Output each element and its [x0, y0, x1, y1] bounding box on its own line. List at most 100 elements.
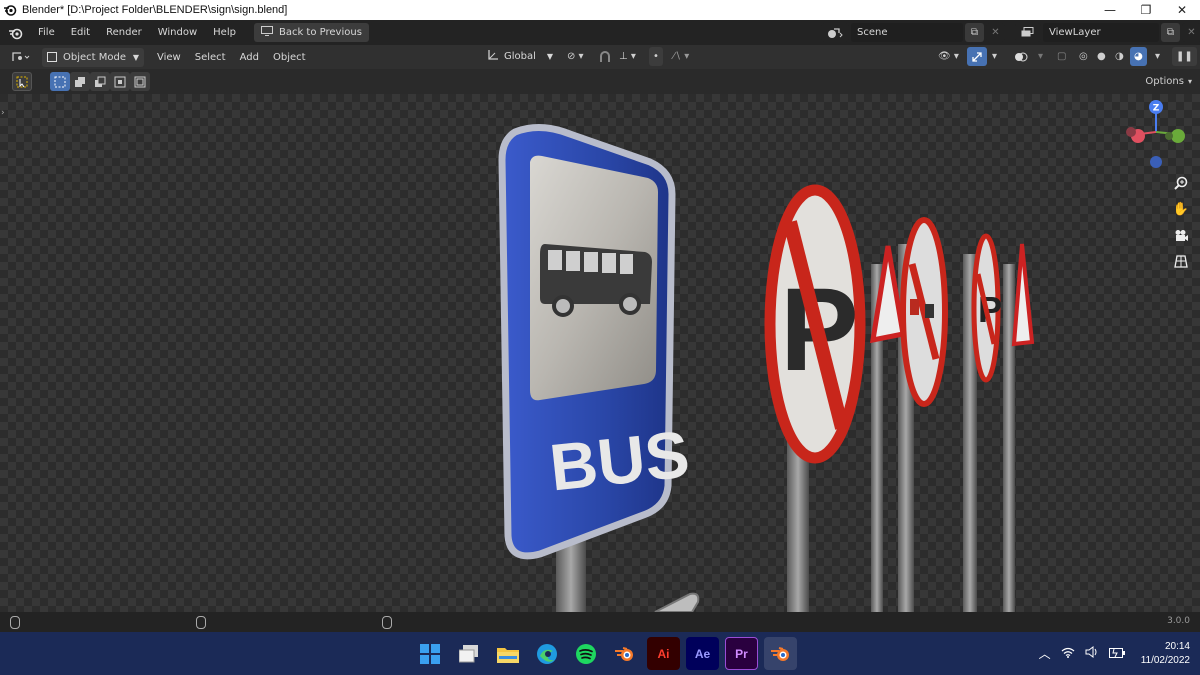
view-layer-field[interactable]: ViewLayer — [1043, 23, 1159, 42]
xray-icon[interactable]: ▢ — [1053, 47, 1070, 66]
proportional-editing-icon[interactable]: • — [649, 47, 663, 66]
warning-sign — [1011, 243, 1035, 347]
transform-orientation-dropdown[interactable]: Global ▼ — [482, 47, 558, 66]
edge-browser-icon[interactable] — [530, 637, 563, 670]
premiere-icon[interactable]: Pr — [725, 637, 758, 670]
menu-object[interactable]: Object — [266, 52, 313, 63]
maximize-button[interactable]: ❐ — [1128, 0, 1164, 20]
blender-version: 3.0.0 — [1167, 616, 1190, 626]
illustrator-icon[interactable]: Ai — [647, 637, 680, 670]
select-new-icon[interactable] — [50, 72, 70, 91]
scene-selector: Scene ⧉ ✕ ViewLayer ⧉ ✕ — [819, 23, 1200, 42]
status-bar: 3.0.0 — [0, 612, 1200, 632]
scene-name: Scene — [857, 27, 888, 38]
menu-file[interactable]: File — [30, 20, 63, 45]
delete-scene-icon[interactable]: ✕ — [986, 23, 1005, 42]
gizmo-toggle-icon[interactable] — [967, 47, 987, 66]
rendered-shading-icon[interactable]: ◕ — [1130, 47, 1147, 66]
menu-help[interactable]: Help — [205, 20, 244, 45]
select-difference-icon[interactable] — [110, 72, 130, 91]
after-effects-icon[interactable]: Ae — [686, 637, 719, 670]
snap-target-icon[interactable]: ⊥ ▾ — [615, 47, 640, 66]
zoom-icon[interactable] — [1170, 172, 1192, 194]
scene-name-field[interactable]: Scene — [851, 23, 963, 42]
new-scene-icon[interactable]: ⧉ — [965, 23, 984, 42]
menu-render[interactable]: Render — [98, 20, 150, 45]
pivot-point-icon[interactable]: ⊘ ▾ — [563, 47, 588, 66]
blender-taskbar-icon[interactable] — [608, 637, 641, 670]
camera-icon[interactable] — [1170, 224, 1192, 246]
file-explorer-icon[interactable] — [491, 637, 524, 670]
pause-icon[interactable]: ❚❚ — [1172, 47, 1197, 66]
select-tool-icon[interactable] — [12, 72, 32, 91]
visibility-icon[interactable]: 👁 ▾ — [934, 47, 963, 66]
view-layer-name: ViewLayer — [1049, 27, 1101, 38]
pan-hand-icon[interactable]: ✋ — [1170, 198, 1192, 220]
battery-icon[interactable] — [1108, 647, 1125, 661]
overlays-icon[interactable] — [1010, 47, 1032, 66]
clock-time: 20:14 — [1164, 640, 1190, 652]
chevron-down-icon: ▼ — [132, 52, 139, 62]
falloff-icon[interactable]: ⁄∖ ▾ — [669, 47, 693, 66]
options-dropdown[interactable]: Options ▾ — [1145, 72, 1192, 91]
scene-type-icon[interactable] — [821, 23, 849, 42]
windows-start-icon[interactable] — [413, 637, 446, 670]
fallen-sign — [654, 592, 700, 612]
screen-icon — [260, 26, 273, 39]
material-shading-icon[interactable]: ◑ — [1111, 47, 1128, 66]
object-mode-icon — [47, 52, 57, 62]
new-view-layer-icon[interactable]: ⧉ — [1161, 23, 1180, 42]
blender-logo-icon[interactable] — [0, 20, 30, 45]
back-to-previous-button[interactable]: Back to Previous — [253, 23, 369, 42]
grid-ortho-icon[interactable] — [1170, 250, 1192, 272]
menu-window[interactable]: Window — [150, 20, 205, 45]
menu-add[interactable]: Add — [233, 52, 266, 63]
bus-wheel — [619, 293, 641, 315]
task-view-icon[interactable] — [452, 637, 485, 670]
bus-window — [548, 250, 562, 270]
blender-app: Blender* [D:\Project Folder\BLENDER\sign… — [0, 0, 1200, 675]
shading-dropdown-icon[interactable]: ▾ — [1151, 47, 1164, 66]
svg-text:Z: Z — [1153, 104, 1160, 114]
select-extend-icon[interactable] — [70, 72, 90, 91]
overlays-dropdown-icon[interactable]: ▾ — [1034, 47, 1047, 66]
viewport-header: Object Mode ▼ View Select Add Object Glo… — [0, 45, 1200, 69]
blender-active-taskbar-icon[interactable] — [764, 637, 797, 670]
mode-dropdown[interactable]: Object Mode ▼ — [42, 47, 144, 67]
clock-date: 11/02/2022 — [1140, 654, 1190, 666]
windows-taskbar: Ai Ae Pr ︿ 20:14 11/02/2022 — [0, 632, 1200, 675]
axis-gizmo-icon[interactable]: Z — [1100, 94, 1200, 184]
chevron-up-icon[interactable]: ︿ — [1039, 645, 1051, 662]
orientation-label: Global — [504, 51, 536, 62]
minimize-button[interactable]: — — [1092, 0, 1128, 20]
solid-shading-icon[interactable]: ● — [1093, 47, 1110, 66]
wifi-icon[interactable] — [1061, 647, 1075, 661]
toolbar-expand-icon[interactable]: › — [1, 108, 5, 118]
right-mouse-icon — [382, 616, 392, 629]
wireframe-shading-icon[interactable]: ◎ — [1075, 47, 1092, 66]
volume-icon[interactable] — [1085, 646, 1099, 661]
blender-topbar: File Edit Render Window Help Back to Pre… — [0, 20, 1200, 45]
view-layer-icon[interactable] — [1015, 23, 1041, 42]
select-subtract-icon[interactable] — [90, 72, 110, 91]
bus-sign-text: BUS — [546, 416, 692, 504]
menu-select[interactable]: Select — [188, 52, 233, 63]
delete-view-layer-icon[interactable]: ✕ — [1182, 23, 1200, 42]
bus-window — [620, 254, 633, 274]
gizmo-dropdown-icon[interactable]: ▾ — [988, 47, 1001, 66]
menu-view[interactable]: View — [150, 52, 188, 63]
close-button[interactable]: ✕ — [1164, 0, 1200, 20]
spotify-icon[interactable] — [569, 637, 602, 670]
chevron-down-icon: ▾ — [1187, 77, 1192, 86]
editor-type-icon[interactable] — [6, 47, 36, 67]
bus-window — [566, 251, 580, 271]
3d-viewport[interactable]: P P BUS — [0, 94, 1200, 612]
clock[interactable]: 20:14 11/02/2022 — [1141, 640, 1190, 668]
select-intersect-icon[interactable] — [130, 72, 150, 91]
window-titlebar: Blender* [D:\Project Folder\BLENDER\sign… — [0, 0, 1200, 20]
navigation-gizmo[interactable]: Z ✋ — [1100, 94, 1200, 294]
bus-window — [602, 253, 616, 273]
sign-pole — [787, 439, 809, 612]
snap-icon[interactable] — [594, 47, 616, 66]
menu-edit[interactable]: Edit — [63, 20, 98, 45]
